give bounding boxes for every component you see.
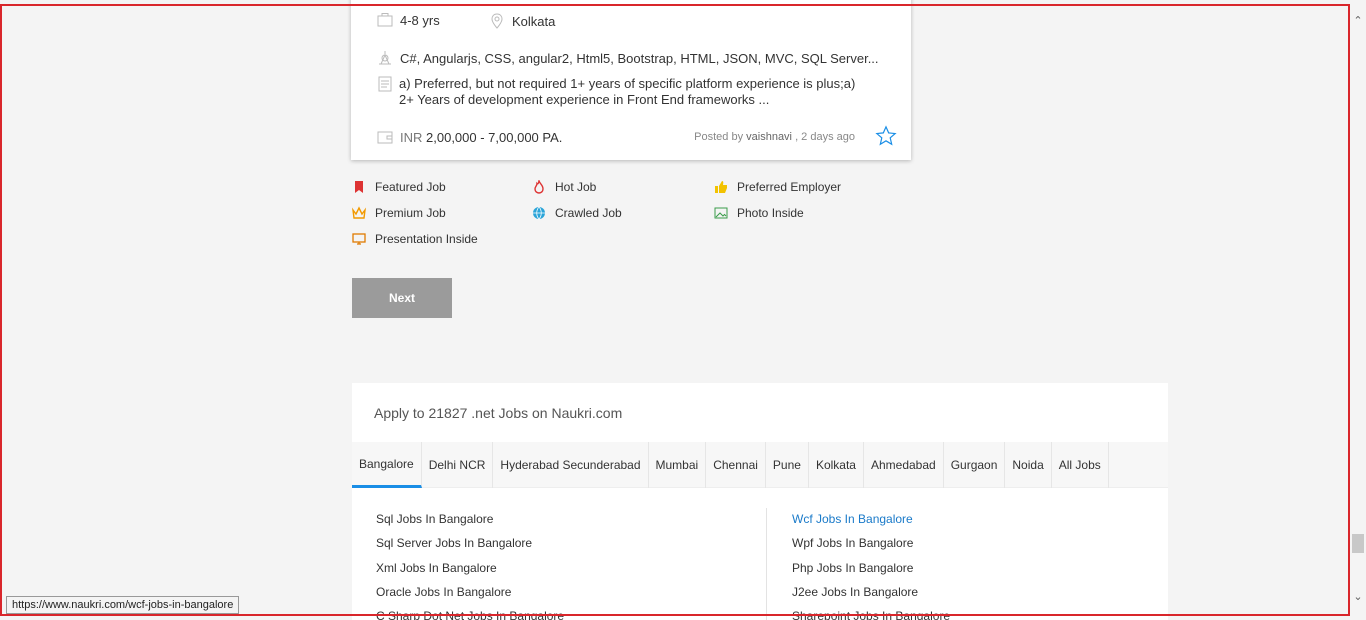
image-icon — [714, 207, 728, 219]
flame-icon — [534, 180, 544, 194]
posted-prefix: Posted by — [694, 131, 744, 143]
tab-mumbai[interactable]: Mumbai — [649, 442, 707, 488]
city-tabs: Bangalore Delhi NCR Hyderabad Secunderab… — [352, 442, 1168, 488]
legend-featured: Featured Job — [352, 180, 446, 194]
job-link[interactable]: J2ee Jobs In Bangalore — [792, 585, 950, 609]
tab-ahmedabad[interactable]: Ahmedabad — [864, 442, 944, 488]
tab-chennai[interactable]: Chennai — [706, 442, 766, 488]
scroll-down-icon[interactable]: ⌄ — [1353, 592, 1363, 603]
posted-by[interactable]: vaishnavi — [746, 131, 792, 143]
job-link[interactable]: Oracle Jobs In Bangalore — [376, 585, 564, 609]
apply-title: Apply to 21827 .net Jobs on Naukri.com — [374, 405, 623, 421]
right-link-list: Wcf Jobs In Bangalore Wpf Jobs In Bangal… — [792, 512, 950, 620]
experience-text: 4-8 yrs — [400, 12, 440, 28]
salary-row: INR 2,00,000 - 7,00,000 PA. — [377, 129, 562, 145]
job-link[interactable]: C Sharp Dot Net Jobs In Bangalore — [376, 609, 564, 620]
tab-kolkata[interactable]: Kolkata — [809, 442, 864, 488]
legend-presentation: Presentation Inside — [352, 232, 478, 246]
description-icon — [378, 76, 392, 92]
skills-text: C#, Angularjs, CSS, angular2, Html5, Boo… — [400, 50, 879, 66]
job-link[interactable]: Wcf Jobs In Bangalore — [792, 512, 950, 536]
job-link[interactable]: Xml Jobs In Bangalore — [376, 561, 564, 585]
legend-photo: Photo Inside — [714, 206, 804, 220]
wallet-icon — [377, 131, 393, 144]
tab-delhi-ncr[interactable]: Delhi NCR — [422, 442, 494, 488]
globe-icon — [533, 206, 545, 220]
tab-all-jobs[interactable]: All Jobs — [1052, 442, 1109, 488]
location-row: Kolkata — [489, 13, 555, 29]
column-divider — [766, 508, 767, 620]
job-card[interactable]: 4-8 yrs Kolkata C#, Angularjs, CSS, angu… — [351, 0, 911, 160]
salary-value: 2,00,000 - 7,00,000 PA. — [426, 129, 563, 145]
job-link[interactable]: Sql Jobs In Bangalore — [376, 512, 564, 536]
scroll-thumb[interactable] — [1352, 534, 1364, 553]
status-bar-url: https://www.naukri.com/wcf-jobs-in-banga… — [6, 596, 240, 614]
crown-icon — [352, 206, 366, 219]
thumbs-up-icon — [715, 181, 727, 193]
monitor-icon — [352, 233, 366, 245]
posted-when: , 2 days ago — [795, 131, 855, 143]
experience-row: 4-8 yrs — [377, 12, 440, 28]
tab-gurgaon[interactable]: Gurgaon — [944, 442, 1006, 488]
legend-hot: Hot Job — [532, 180, 596, 194]
job-description: a) Preferred, but not required 1+ years … — [399, 76, 856, 107]
bookmark-icon — [355, 181, 363, 193]
legend-crawled: Crawled Job — [532, 206, 622, 220]
tab-pune[interactable]: Pune — [766, 442, 809, 488]
skills-row: C#, Angularjs, CSS, angular2, Html5, Boo… — [377, 50, 879, 66]
next-page-button[interactable]: Next — [352, 278, 452, 318]
tab-hyderabad[interactable]: Hyderabad Secunderabad — [493, 442, 649, 488]
left-link-list: Sql Jobs In Bangalore Sql Server Jobs In… — [376, 512, 564, 620]
job-link[interactable]: Php Jobs In Bangalore — [792, 561, 950, 585]
job-link[interactable]: Wpf Jobs In Bangalore — [792, 536, 950, 560]
skills-icon — [379, 51, 391, 65]
location-pin-icon — [491, 13, 503, 29]
scroll-up-icon[interactable]: ⌃ — [1353, 16, 1363, 27]
salary-currency: INR — [400, 129, 423, 145]
apply-panel: Apply to 21827 .net Jobs on Naukri.com B… — [352, 383, 1168, 620]
posted-info: Posted by vaishnavi , 2 days ago — [694, 131, 855, 143]
vertical-scrollbar[interactable]: ⌃ ⌄ — [1350, 0, 1366, 620]
tab-noida[interactable]: Noida — [1005, 442, 1052, 488]
location-text: Kolkata — [512, 13, 556, 29]
job-link[interactable]: Sql Server Jobs In Bangalore — [376, 536, 564, 560]
save-star-icon[interactable] — [875, 125, 897, 147]
legend-preferred: Preferred Employer — [714, 180, 841, 194]
tab-bangalore[interactable]: Bangalore — [352, 442, 422, 488]
briefcase-icon — [377, 13, 393, 27]
legend-premium: Premium Job — [352, 206, 446, 220]
job-link[interactable]: Sharepoint Jobs In Bangalore — [792, 609, 950, 620]
